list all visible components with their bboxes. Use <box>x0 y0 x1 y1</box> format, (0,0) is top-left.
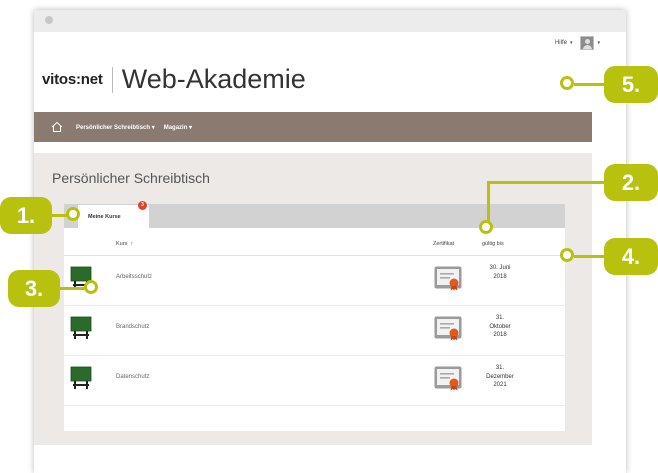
sort-ascending-icon: ↑ <box>130 241 134 247</box>
callout-5-badge: 5. <box>604 66 658 103</box>
brand-divider <box>111 66 113 93</box>
callout-2-connector-h <box>488 181 606 184</box>
course-name[interactable]: Datenschutz <box>116 374 149 380</box>
tab-label: Meine Kurse <box>88 213 121 220</box>
column-header-course-label: Kurs <box>116 241 128 247</box>
column-header-course[interactable]: Kurs ↑ <box>116 241 133 247</box>
callout-4-badge: 4. <box>604 238 658 275</box>
callout-4-marker <box>560 248 574 262</box>
certificate-icon[interactable] <box>434 366 462 391</box>
callout-2-marker <box>479 220 493 234</box>
course-name[interactable]: Brandschutz <box>116 324 149 330</box>
nav-item-schreibtisch[interactable]: Persönlicher Schreibtisch ▾ <box>76 124 155 131</box>
browser-titlebar <box>34 10 626 32</box>
course-name[interactable]: Arbeitsschutz <box>116 274 152 280</box>
callout-3-badge: 3. <box>8 270 60 307</box>
callout-2-connector-v <box>487 181 490 221</box>
callout-5-connector <box>574 83 606 86</box>
column-header-valid-until: gültig bis <box>482 241 504 247</box>
column-header-certificate: Zertifikat <box>433 241 455 247</box>
brand-header: vitos:net Web-Akademie <box>42 64 306 95</box>
valid-until-date: 31. Dezember 2021 <box>486 365 514 389</box>
window-control-dot[interactable] <box>45 16 53 24</box>
valid-until-date: 31. Oktober 2018 <box>489 315 511 339</box>
callout-5-marker <box>560 76 574 90</box>
avatar-icon[interactable] <box>580 36 595 50</box>
nav-item-magazin[interactable]: Magazin ▾ <box>164 124 192 131</box>
help-caret-icon: ▾ <box>569 40 573 46</box>
table-row[interactable]: Arbeitsschutz 30. Juni 2018 <box>64 256 565 306</box>
table-row[interactable]: Datenschutz 31. Dezember 2021 <box>64 356 565 406</box>
utility-menu: Hilfe ▾ ▾ <box>555 36 608 50</box>
chalkboard-icon <box>70 366 92 390</box>
notification-badge: 3 <box>138 201 147 210</box>
home-icon[interactable] <box>51 121 63 133</box>
callout-1-marker <box>66 207 80 221</box>
certificate-icon[interactable] <box>434 316 462 341</box>
help-menu[interactable]: Hilfe <box>555 40 567 46</box>
certificate-icon[interactable] <box>434 266 462 291</box>
vitosnet-logo[interactable]: vitos:net <box>42 71 103 88</box>
callout-1-badge: 1. <box>0 197 52 234</box>
callout-4-connector <box>574 255 606 258</box>
courses-panel: Kurs ↑ Zertifikat gültig bis Arbeitsschut… <box>64 228 565 431</box>
avatar-caret-icon[interactable]: ▾ <box>597 40 600 46</box>
page-title: Persönlicher Schreibtisch <box>52 170 210 186</box>
content-area: Persönlicher Schreibtisch Meine Kurse 3 … <box>34 153 592 445</box>
callout-3-connector <box>58 287 86 290</box>
chalkboard-icon <box>70 316 92 340</box>
callout-2-badge: 2. <box>604 164 658 201</box>
callout-3-marker <box>84 280 98 294</box>
app-title: Web-Akademie <box>121 64 306 94</box>
tab-meine-kurse[interactable]: Meine Kurse 3 <box>78 201 149 228</box>
main-navbar: Persönlicher Schreibtisch ▾ Magazin ▾ <box>34 112 592 142</box>
table-row[interactable]: Brandschutz 31. Oktober 2018 <box>64 306 565 356</box>
valid-until-date: 30. Juni 2018 <box>489 265 511 280</box>
